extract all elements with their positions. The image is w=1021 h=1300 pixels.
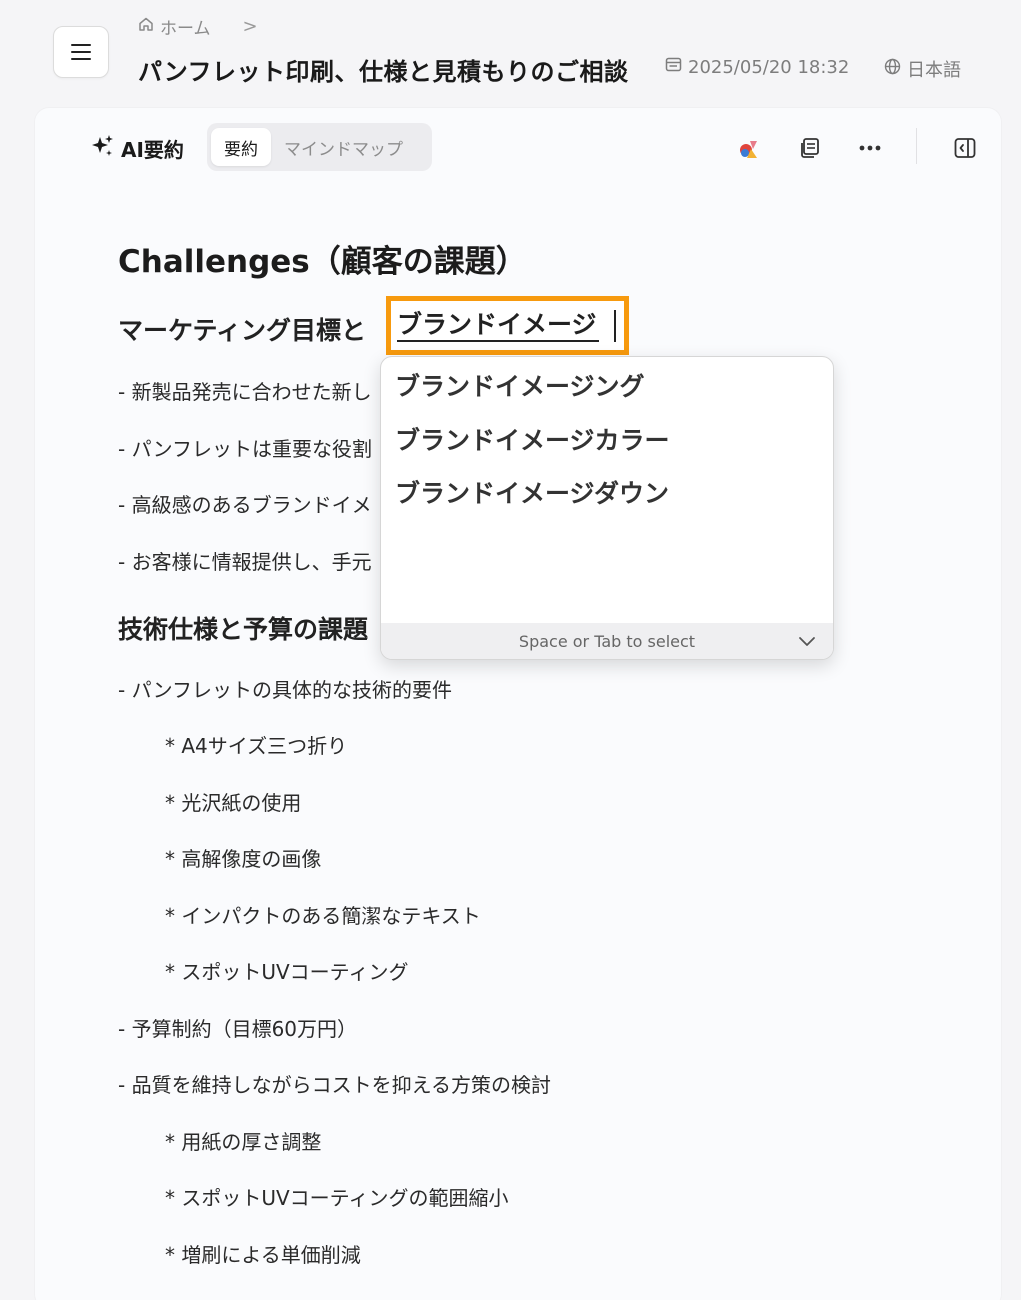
- more-icon[interactable]: [856, 134, 884, 162]
- list-item: - 高級感のあるブランドイメ: [118, 493, 372, 517]
- ai-summary-text: AI要約: [121, 138, 184, 162]
- list-item: * 光沢紙の使用: [165, 791, 302, 815]
- menu-button[interactable]: [53, 26, 109, 78]
- view-tabs: 要約 マインドマップ: [207, 123, 432, 171]
- date-text: 2025/05/20 18:32: [688, 56, 850, 78]
- home-icon[interactable]: [138, 16, 154, 37]
- ime-composition-box[interactable]: ブランドイメージ: [386, 296, 629, 355]
- ime-candidate-popup: ブランドイメージング ブランドイメージカラー ブランドイメージダウン Space…: [380, 356, 834, 660]
- summary-card: AI要約 要約 マインドマップ: [35, 108, 1001, 1300]
- toolbar-divider: [916, 128, 917, 164]
- list-item: - 新製品発売に合わせた新し: [118, 380, 372, 404]
- list-item: * スポットUVコーティングの範囲縮小: [165, 1186, 509, 1210]
- list-item: - パンフレットは重要な役割: [118, 437, 372, 461]
- ime-footer: Space or Tab to select: [381, 623, 833, 659]
- page-title: パンフレット印刷、仕様と見積もりのご相談: [138, 58, 629, 86]
- list-item: * A4サイズ三つ折り: [165, 734, 348, 758]
- summary-toolbar: AI要約 要約 マインドマップ: [35, 108, 1001, 188]
- hamburger-icon: [71, 44, 91, 60]
- list-item: * 高解像度の画像: [165, 847, 322, 871]
- ime-hint-text: Space or Tab to select: [518, 631, 696, 651]
- ime-candidate[interactable]: ブランドイメージカラー: [395, 421, 670, 457]
- copy-icon[interactable]: [796, 134, 824, 162]
- shapes-icon[interactable]: [736, 134, 764, 162]
- date-meta: 2025/05/20 18:32: [665, 56, 849, 78]
- ime-candidate[interactable]: ブランドイメージング: [395, 367, 645, 403]
- breadcrumb-separator: >: [242, 15, 258, 37]
- ai-summary-label: AI要約: [89, 133, 184, 164]
- breadcrumb: ホーム >: [138, 14, 258, 39]
- challenges-heading: Challenges（顧客の課題）: [118, 244, 527, 280]
- section-marketing-title: マーケティング目標と: [118, 316, 367, 345]
- list-item: - 品質を維持しながらコストを抑える方策の検討: [118, 1073, 551, 1097]
- collapse-panel-icon[interactable]: [951, 134, 979, 162]
- language-selector[interactable]: 日本語: [884, 56, 961, 82]
- language-text: 日本語: [907, 60, 961, 81]
- ime-candidate[interactable]: ブランドイメージダウン: [395, 474, 669, 510]
- list-item: * スポットUVコーティング: [165, 960, 409, 984]
- list-item: * インパクトのある簡潔なテキスト: [165, 904, 481, 928]
- list-item: * 用紙の厚さ調整: [165, 1130, 322, 1154]
- ime-composing-text[interactable]: ブランドイメージ: [397, 310, 599, 342]
- chevron-down-icon[interactable]: [797, 631, 817, 651]
- list-item: * 増刷による単価削減: [165, 1243, 361, 1267]
- text-caret: [614, 310, 616, 342]
- tab-mindmap[interactable]: マインドマップ: [271, 128, 416, 166]
- list-item: - お客様に情報提供し、手元: [118, 550, 372, 574]
- tab-summary[interactable]: 要約: [211, 128, 271, 166]
- list-item: - 予算制約（目標60万円）: [118, 1017, 358, 1041]
- list-item: - パンフレットの具体的な技術的要件: [118, 678, 452, 702]
- calendar-icon: [665, 56, 682, 78]
- globe-icon: [884, 58, 901, 80]
- sparkle-icon: [89, 133, 115, 164]
- breadcrumb-home-link[interactable]: ホーム: [160, 14, 211, 39]
- section-tech-budget-title: 技術仕様と予算の課題: [118, 615, 369, 644]
